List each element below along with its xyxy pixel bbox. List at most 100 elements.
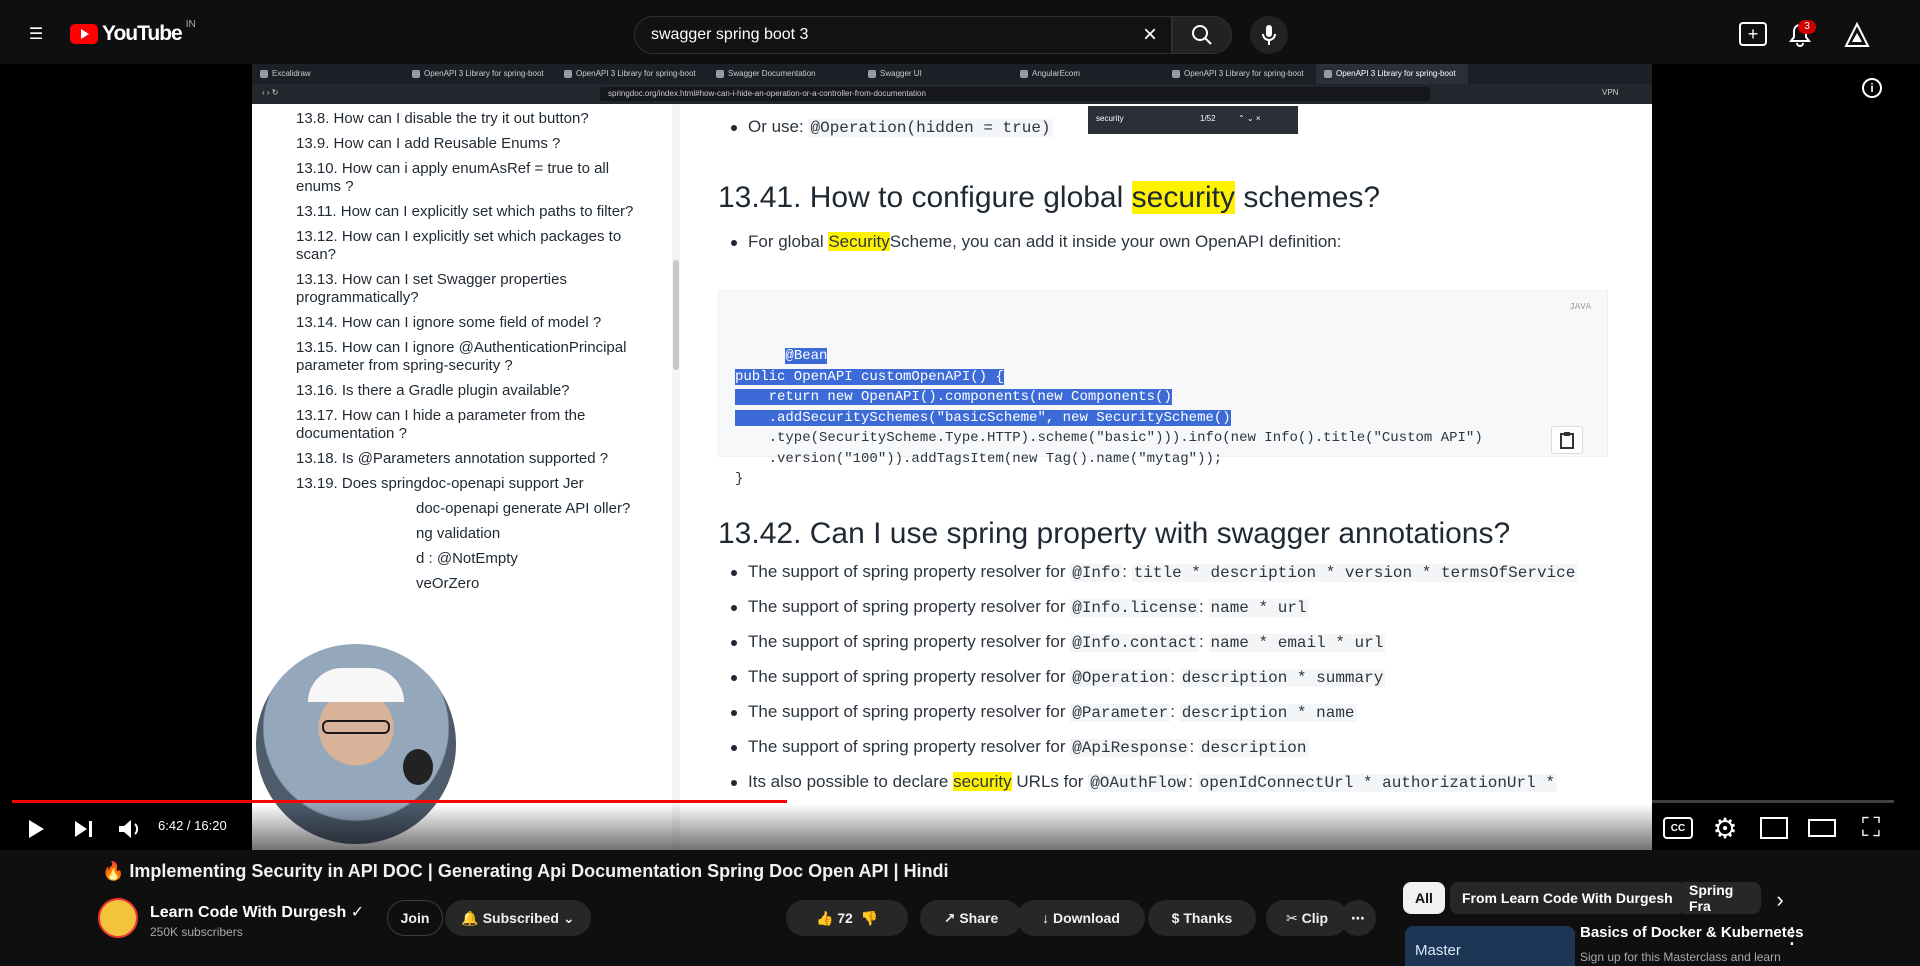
captions-icon[interactable]: CC xyxy=(1663,817,1693,839)
sidebar-item-13-18[interactable]: 13.18. Is @Parameters annotation support… xyxy=(296,450,646,468)
sidebar-item-13-14[interactable]: 13.14. How can I ignore some field of mo… xyxy=(296,314,646,332)
recommended-title[interactable]: Basics of Docker & Kubernetes xyxy=(1580,924,1803,941)
browser-tab[interactable]: Swagger Documentation xyxy=(708,64,860,84)
address-bar: ‹ › ↻ springdoc.org/index.html#how-can-i… xyxy=(252,84,1652,104)
documentation-content: Or use: @Operation(hidden = true) 13.41.… xyxy=(682,104,1652,854)
browser-tab[interactable]: OpenAPI 3 Library for spring-boot xyxy=(1164,64,1316,84)
voice-search-button[interactable] xyxy=(1250,16,1288,54)
code-line: public OpenAPI customOpenAPI() { xyxy=(735,368,1004,385)
playback-time: 6:42 / 16:20 xyxy=(158,818,227,833)
channel-name[interactable]: Learn Code With Durgesh ✓ xyxy=(150,902,364,922)
volume-icon[interactable] xyxy=(116,816,144,842)
fullscreen-icon[interactable]: ⛶ xyxy=(1857,812,1885,842)
search-icon xyxy=(1192,25,1212,45)
inline-code: @OAuthFlow xyxy=(1088,774,1189,792)
verified-badge-icon: ✓ xyxy=(350,904,365,921)
browser-tab-strip: Excalidraw OpenAPI 3 Library for spring-… xyxy=(252,64,1652,84)
more-actions-icon[interactable]: ⋯ xyxy=(1340,900,1376,936)
browser-tab[interactable]: OpenAPI 3 Library for spring-boot xyxy=(556,64,708,84)
chip-from-channel[interactable]: From Learn Code With Durgesh xyxy=(1450,882,1685,914)
sidebar-item-partial[interactable]: doc-openapi generate API oller? xyxy=(296,500,646,518)
property-list: title * description * version * termsOfS… xyxy=(1131,564,1578,582)
sidebar-item-13-8[interactable]: 13.8. How can I disable the try it out b… xyxy=(296,110,646,128)
sidebar-item-13-13[interactable]: 13.13. How can I set Swagger properties … xyxy=(296,271,646,307)
chip-all[interactable]: All xyxy=(1403,882,1445,914)
property-bullet: The support of spring property resolver … xyxy=(731,702,1357,722)
account-icon[interactable] xyxy=(1844,22,1870,48)
find-in-page-bar[interactable]: security 1/52 ⌃ ⌄ × xyxy=(1088,106,1298,134)
vpn-label[interactable]: VPN xyxy=(1602,88,1618,97)
like-icon[interactable]: 👍 xyxy=(816,910,833,927)
thanks-button[interactable]: $ Thanks xyxy=(1148,900,1256,936)
sidebar-item-13-9[interactable]: 13.9. How can I add Reusable Enums ? xyxy=(296,135,646,153)
clip-button[interactable]: ✂ Clip xyxy=(1266,900,1348,936)
browser-tab[interactable]: Excalidraw xyxy=(252,64,404,84)
inline-code: @ApiResponse xyxy=(1070,739,1190,757)
menu-icon[interactable]: ☰ xyxy=(24,24,48,44)
miniplayer-icon[interactable] xyxy=(1760,817,1788,839)
create-icon[interactable]: + xyxy=(1739,22,1767,46)
sidebar-item-partial[interactable]: d : @NotEmpty xyxy=(296,550,646,568)
sidebar-item-13-11[interactable]: 13.11. How can I explicitly set which pa… xyxy=(296,203,646,221)
code-block[interactable]: JAVA @Bean public OpenAPI customOpenAPI(… xyxy=(718,290,1608,487)
video-progress-bar[interactable] xyxy=(12,800,1894,803)
find-navigation-icons[interactable]: ⌃ ⌄ × xyxy=(1238,114,1261,123)
clear-search-icon[interactable]: × xyxy=(1143,21,1157,49)
chevron-right-icon[interactable]: › xyxy=(1768,887,1792,912)
next-icon[interactable] xyxy=(70,816,96,842)
back-forward-icons[interactable]: ‹ › ↻ xyxy=(262,88,278,97)
subscribed-button[interactable]: 🔔 Subscribed ⌄ xyxy=(445,900,591,936)
bullet-text: Its also possible to declare xyxy=(748,772,949,791)
youtube-logo[interactable]: YouTube IN xyxy=(70,19,196,46)
join-button[interactable]: Join xyxy=(387,900,443,936)
video-progress-fill xyxy=(12,800,788,803)
sidebar-item-13-10[interactable]: 13.10. How can i apply enumAsRef = true … xyxy=(296,160,646,196)
sidebar-scrollbar[interactable] xyxy=(672,104,680,854)
browser-tab-active[interactable]: OpenAPI 3 Library for spring-boot xyxy=(1316,64,1468,84)
channel-name-text: Learn Code With Durgesh xyxy=(150,904,347,921)
sidebar-item-partial[interactable]: veOrZero xyxy=(296,575,646,593)
browser-tab[interactable]: AngularEcom xyxy=(1012,64,1164,84)
recommended-subtitle: Sign up for this Masterclass and learn xyxy=(1580,950,1781,964)
channel-avatar[interactable] xyxy=(98,898,138,938)
scrollbar-thumb[interactable] xyxy=(673,260,679,370)
url-field[interactable]: springdoc.org/index.html#how-can-i-hide-… xyxy=(600,87,1430,101)
search-query: swagger spring boot 3 xyxy=(651,26,809,43)
bullet-text: The support of spring property resolver … xyxy=(748,667,1066,686)
theater-icon[interactable] xyxy=(1808,819,1836,837)
property-list: openIdConnectUrl * authorizationUrl * xyxy=(1197,774,1557,792)
sidebar-item-13-12[interactable]: 13.12. How can I explicitly set which pa… xyxy=(296,228,646,264)
copy-code-button[interactable] xyxy=(1551,426,1583,454)
browser-tab[interactable]: Swagger UI xyxy=(860,64,1012,84)
search-input[interactable]: swagger spring boot 3 × xyxy=(634,16,1172,54)
sidebar-item-13-17[interactable]: 13.17. How can I hide a parameter from t… xyxy=(296,407,646,443)
recommended-thumbnail[interactable]: Master xyxy=(1405,926,1575,966)
property-bullet: The support of spring property resolver … xyxy=(731,737,1309,757)
bullet-text: Scheme, you can add it inside your own O… xyxy=(889,232,1342,251)
info-icon[interactable]: i xyxy=(1862,78,1882,98)
inline-code: @Operation xyxy=(1070,669,1171,687)
bullet-text: For global xyxy=(748,232,824,251)
sidebar-item-13-19[interactable]: 13.19. Does springdoc-openapi support Je… xyxy=(296,475,646,493)
code-line: return new OpenAPI().components(new Comp… xyxy=(735,389,1172,405)
chip-spring[interactable]: Spring Fra xyxy=(1677,882,1761,914)
download-button[interactable]: ↓ Download xyxy=(1017,900,1145,936)
search-highlight: security xyxy=(953,772,1012,791)
more-options-icon[interactable]: ⋮ xyxy=(1781,923,1803,948)
settings-icon[interactable]: ⚙ xyxy=(1710,813,1740,844)
sidebar-item-13-15[interactable]: 13.15. How can I ignore @AuthenticationP… xyxy=(296,339,646,375)
sidebar-item-partial[interactable]: ng validation xyxy=(296,525,646,543)
like-dislike-control[interactable]: 👍 72 👎 xyxy=(786,900,908,936)
code-line: .addSecuritySchemes("basicScheme", new S… xyxy=(735,409,1231,426)
share-button[interactable]: ↗ Share xyxy=(920,900,1022,936)
property-bullet: The support of spring property resolver … xyxy=(731,597,1309,617)
dislike-icon[interactable]: 👎 xyxy=(861,910,878,927)
section-number: 13.41. xyxy=(718,181,802,214)
search-button[interactable] xyxy=(1172,16,1232,54)
subscriber-count: 250K subscribers xyxy=(150,925,243,939)
hidden-operation-bullet: Or use: @Operation(hidden = true) xyxy=(731,117,1053,137)
sidebar-item-13-16[interactable]: 13.16. Is there a Gradle plugin availabl… xyxy=(296,382,646,400)
thanks-icon: $ xyxy=(1171,910,1180,926)
play-icon[interactable] xyxy=(22,816,48,842)
browser-tab[interactable]: OpenAPI 3 Library for spring-boot xyxy=(404,64,556,84)
